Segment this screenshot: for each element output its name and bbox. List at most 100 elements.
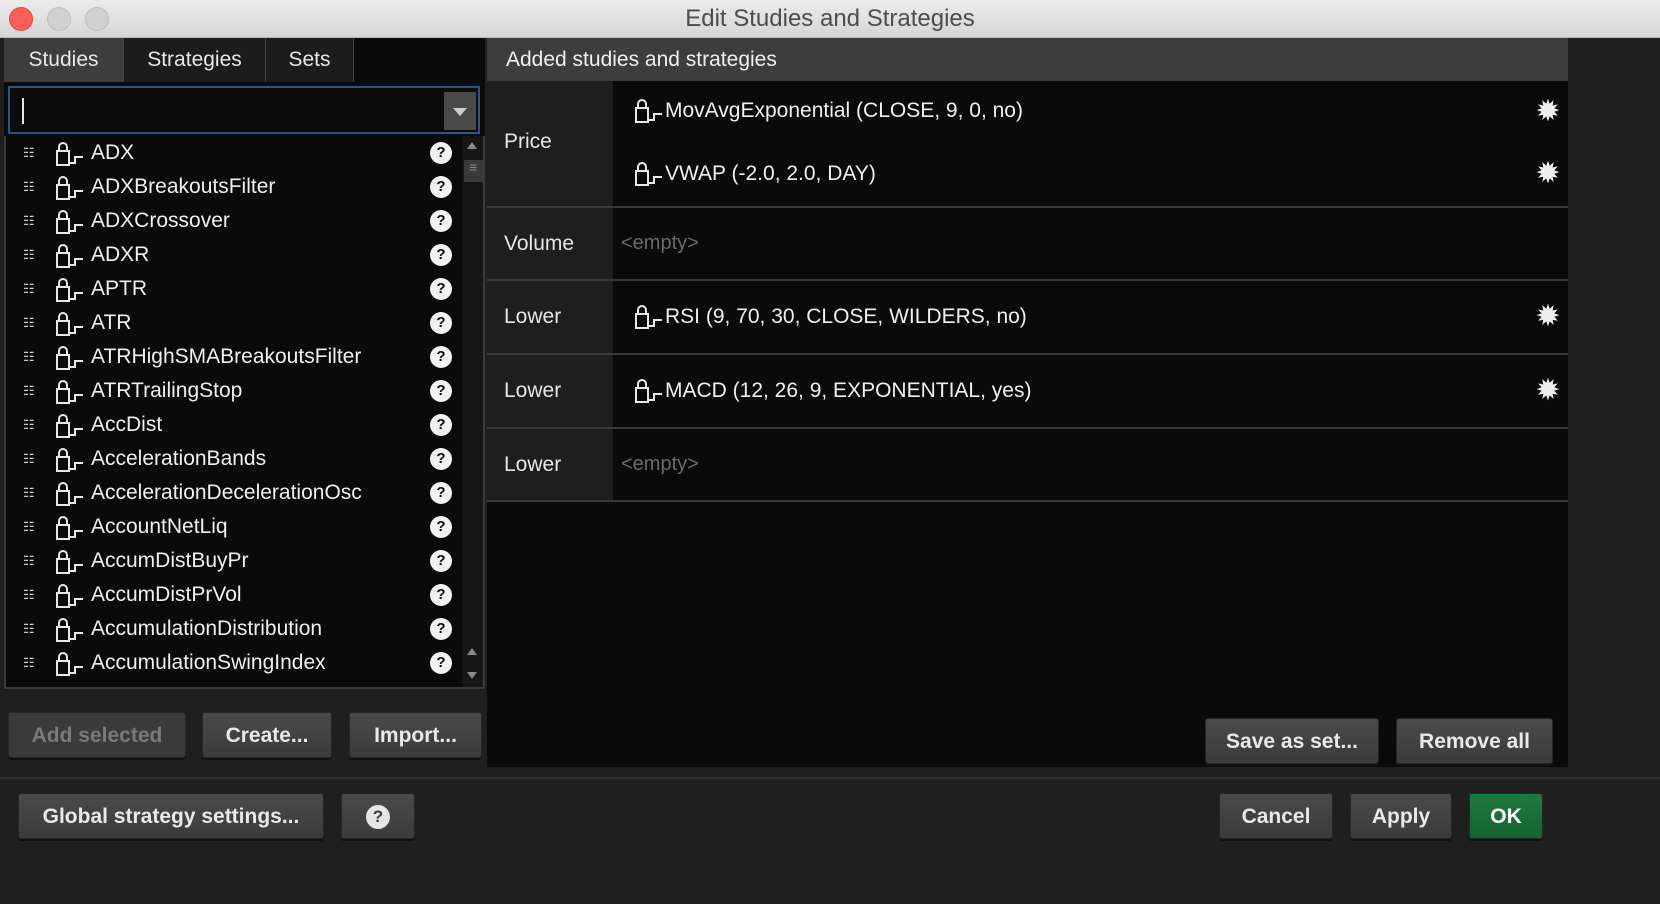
locked-study-icon — [56, 482, 83, 506]
added-studies-title: Added studies and strategies — [506, 48, 777, 71]
help-circle-icon[interactable]: ? — [430, 652, 452, 674]
help-circle-icon[interactable]: ? — [430, 278, 452, 300]
drag-handle-icon[interactable]: ☷ — [23, 282, 35, 295]
search-dropdown-button[interactable] — [444, 92, 476, 130]
drag-handle-icon[interactable]: ☷ — [23, 384, 35, 397]
drag-handle-icon[interactable]: ☷ — [23, 486, 35, 499]
study-list-item[interactable]: ☷ ATRHighSMABreakoutsFilter? — [6, 340, 461, 374]
list-scrollbar[interactable] — [462, 136, 483, 687]
gear-icon[interactable]: ✹ — [1534, 97, 1562, 127]
drag-handle-icon[interactable]: ☷ — [23, 350, 35, 363]
gear-icon[interactable]: ✹ — [1534, 302, 1562, 332]
help-circle-icon[interactable]: ? — [430, 482, 452, 504]
study-entry-label: RSI (9, 70, 30, CLOSE, WILDERS, no) — [665, 305, 1027, 328]
help-circle-icon[interactable]: ? — [430, 516, 452, 538]
study-list-item[interactable]: ☷ ADXBreakoutsFilter? — [6, 170, 461, 204]
help-circle-icon[interactable]: ? — [430, 618, 452, 640]
study-list-item[interactable]: ☷ APTR? — [6, 272, 461, 306]
tab-sets[interactable]: Sets — [266, 38, 354, 82]
help-circle-icon[interactable]: ? — [430, 176, 452, 198]
drag-handle-icon[interactable]: ☷ — [23, 180, 35, 193]
help-circle-icon[interactable]: ? — [430, 550, 452, 572]
cancel-button[interactable]: Cancel — [1219, 793, 1333, 839]
study-name: APTR — [91, 277, 148, 300]
gear-icon[interactable]: ✹ — [1534, 159, 1562, 189]
locked-study-icon — [56, 346, 83, 370]
drag-handle-icon[interactable]: ☷ — [23, 588, 35, 601]
remove-all-button[interactable]: Remove all — [1396, 718, 1553, 764]
drag-handle-icon[interactable]: ☷ — [23, 656, 35, 669]
study-search-input[interactable] — [16, 92, 440, 130]
locked-study-icon — [56, 380, 83, 404]
drag-handle-icon[interactable]: ☷ — [23, 520, 35, 533]
study-name: AccumulationDistribution — [91, 617, 323, 640]
locked-study-icon — [56, 652, 83, 676]
study-list-item[interactable]: ☷ AccumDistBuyPr? — [6, 544, 461, 578]
create-button[interactable]: Create... — [202, 712, 332, 758]
help-circle-icon[interactable]: ? — [430, 142, 452, 164]
add-selected-button[interactable]: Add selected — [8, 712, 186, 758]
study-name: ATR — [91, 311, 132, 334]
drag-handle-icon[interactable]: ☷ — [23, 316, 35, 329]
help-circle-icon[interactable]: ? — [430, 346, 452, 368]
scroll-up-icon[interactable] — [467, 142, 477, 149]
help-circle-icon[interactable]: ? — [430, 414, 452, 436]
empty-slot-text: <empty> — [621, 232, 699, 254]
help-circle-icon: ? — [366, 805, 390, 830]
locked-study-icon — [56, 244, 83, 268]
gear-icon[interactable]: ✹ — [1534, 376, 1562, 406]
tab-studies[interactable]: Studies — [4, 38, 124, 82]
text-cursor — [22, 98, 24, 124]
locked-study-icon — [635, 305, 662, 329]
help-circle-icon[interactable]: ? — [430, 210, 452, 232]
help-circle-icon[interactable]: ? — [430, 380, 452, 402]
search-area — [4, 82, 485, 136]
study-list-item[interactable]: ☷ AccountNetLiq? — [6, 510, 461, 544]
locked-study-icon — [56, 448, 83, 472]
scroll-up-icon[interactable] — [467, 648, 477, 655]
study-list-item[interactable]: ☷ AccumulationSwingIndex? — [6, 646, 461, 680]
import-button[interactable]: Import... — [349, 712, 482, 758]
drag-handle-icon[interactable]: ☷ — [23, 452, 35, 465]
study-search-box — [8, 86, 480, 134]
tab-bar: Studies Strategies Sets — [4, 38, 485, 82]
study-list-item[interactable]: ☷ ADXCrossover? — [6, 204, 461, 238]
drag-handle-icon[interactable]: ☷ — [23, 146, 35, 159]
study-name: AccDist — [91, 413, 163, 436]
title-bar: Edit Studies and Strategies — [0, 0, 1660, 38]
drag-handle-icon[interactable]: ☷ — [23, 248, 35, 261]
help-circle-icon[interactable]: ? — [430, 312, 452, 334]
added-studies-header: Added studies and strategies — [487, 38, 1568, 81]
ok-button[interactable]: OK — [1469, 793, 1543, 839]
study-list-item[interactable]: ☷ ADXR? — [6, 238, 461, 272]
help-circle-icon[interactable]: ? — [430, 244, 452, 266]
slot-label: Lower — [487, 281, 613, 353]
locked-study-icon — [56, 142, 83, 166]
drag-handle-icon[interactable]: ☷ — [23, 418, 35, 431]
help-button[interactable]: ? — [341, 793, 415, 839]
study-list-item[interactable]: ☷ ADX? — [6, 136, 461, 170]
help-circle-icon[interactable]: ? — [430, 584, 452, 606]
apply-button[interactable]: Apply — [1350, 793, 1452, 839]
locked-study-icon — [56, 618, 83, 642]
scroll-thumb[interactable] — [464, 159, 483, 182]
drag-handle-icon[interactable]: ☷ — [23, 622, 35, 635]
study-list-item[interactable]: ☷ ATRTrailingStop? — [6, 374, 461, 408]
study-name: AccelerationBands — [91, 447, 267, 470]
save-as-set-button[interactable]: Save as set... — [1205, 718, 1379, 764]
drag-handle-icon[interactable]: ☷ — [23, 214, 35, 227]
drag-handle-icon[interactable]: ☷ — [23, 554, 35, 567]
study-name: AccumDistPrVol — [91, 583, 242, 606]
study-list-item[interactable]: ☷ AccumDistPrVol? — [6, 578, 461, 612]
study-list-item[interactable]: ☷ AccDist? — [6, 408, 461, 442]
study-list-item[interactable]: ☷ AccumulationDistribution? — [6, 612, 461, 646]
tab-strategies[interactable]: Strategies — [124, 38, 266, 82]
global-strategy-settings-button[interactable]: Global strategy settings... — [18, 793, 324, 839]
slot-lower-1: Lower RSI (9, 70, 30, CLOSE, WILDERS, no… — [487, 281, 1568, 355]
slot-label: Volume — [487, 208, 613, 279]
study-list-item[interactable]: ☷ AccelerationBands? — [6, 442, 461, 476]
help-circle-icon[interactable]: ? — [430, 448, 452, 470]
scroll-down-icon[interactable] — [467, 672, 477, 679]
study-list-item[interactable]: ☷ AccelerationDecelerationOsc? — [6, 476, 461, 510]
study-list-item[interactable]: ☷ ATR? — [6, 306, 461, 340]
